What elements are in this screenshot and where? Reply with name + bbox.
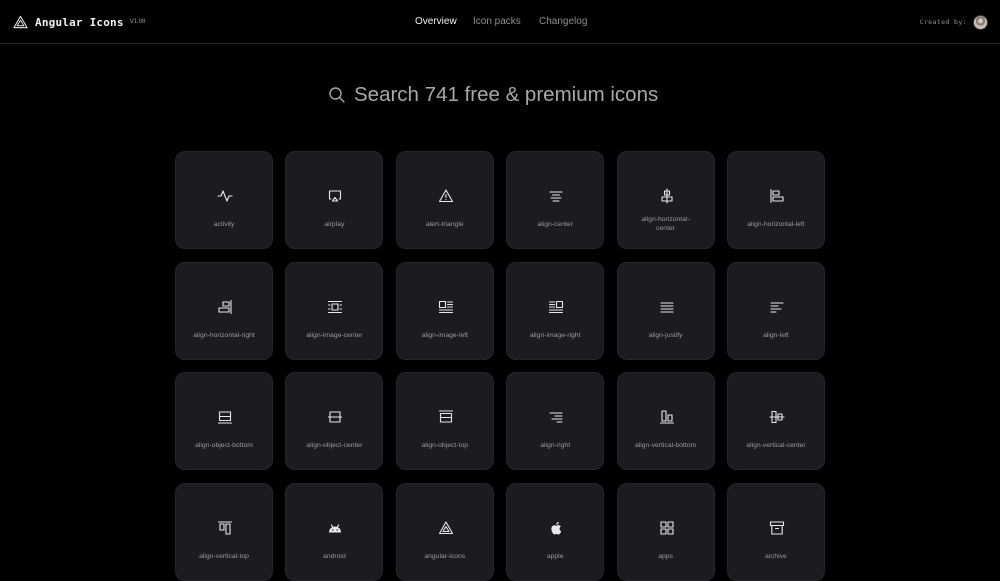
- icon-grid: activity airplay alert-triangle align-cente…: [175, 151, 825, 581]
- icon-card-label: align-object-bottom: [195, 442, 253, 449]
- align-horizontal-right-icon: [217, 299, 233, 315]
- icon-card-label: align-right: [540, 442, 571, 449]
- search-icon: [329, 87, 345, 103]
- align-object-top-icon: [438, 409, 454, 425]
- activity-icon: [217, 188, 233, 204]
- icon-card-align-horizontal-center[interactable]: align-horizontal-center: [616, 151, 715, 249]
- icon-card-label: align-vertical-bottom: [634, 442, 697, 449]
- align-image-center-icon: [327, 299, 343, 315]
- icon-card-label: align-vertical-center: [746, 442, 806, 449]
- icon-card-label: align-center: [537, 221, 573, 228]
- archive-icon: [769, 520, 785, 536]
- icon-card-align-image-right[interactable]: align-image-right: [506, 261, 605, 360]
- icon-card-align-vertical-bottom[interactable]: align-vertical-bottom: [616, 372, 715, 470]
- icon-card-align-left[interactable]: align-left: [726, 261, 825, 360]
- icon-card-align-image-center[interactable]: align-image-center: [285, 261, 384, 360]
- icon-card-align-object-top[interactable]: align-object-top: [395, 372, 494, 470]
- icon-card-align-justify[interactable]: align-justify: [616, 261, 715, 360]
- top-navigation-bar: Angular Icons V1.08 Overview Icon packs …: [0, 0, 1000, 44]
- icon-card-label: android: [323, 552, 346, 560]
- icon-card-label: align-justify: [648, 331, 683, 339]
- angular-icons-icon: [438, 520, 454, 536]
- search-bar: [0, 80, 1000, 110]
- align-object-center-icon: [327, 409, 343, 425]
- nav-overview[interactable]: Overview: [415, 16, 457, 27]
- icon-card-activity[interactable]: activity: [175, 151, 273, 249]
- search-input[interactable]: [354, 83, 672, 107]
- icon-card-label: align-horizontal-left: [747, 221, 805, 228]
- icon-card-label: align-object-top: [421, 442, 469, 449]
- created-by: Created by:: [920, 14, 988, 30]
- icon-card-align-horizontal-left[interactable]: align-horizontal-left: [726, 151, 825, 249]
- icon-card-label: activity: [213, 221, 235, 228]
- icon-card-align-vertical-top[interactable]: align-vertical-top: [175, 482, 273, 581]
- align-vertical-center-icon: [769, 409, 785, 425]
- align-horizontal-left-icon: [769, 188, 785, 204]
- icon-card-label: align-image-right: [529, 331, 581, 339]
- icon-card-label: angular-icons: [424, 552, 466, 560]
- icon-card-align-object-center[interactable]: align-object-center: [285, 372, 384, 470]
- icon-card-label: apple: [546, 552, 564, 560]
- icon-card-apple[interactable]: apple: [506, 482, 605, 581]
- author-avatar[interactable]: [973, 14, 988, 30]
- align-justify-icon: [659, 299, 675, 315]
- icon-card-airplay[interactable]: airplay: [285, 151, 384, 249]
- android-icon: [327, 520, 343, 536]
- icon-card-android[interactable]: android: [285, 482, 384, 581]
- icon-card-label: apps: [658, 552, 673, 560]
- apple-icon: [548, 520, 564, 536]
- alert-triangle-icon: [438, 188, 454, 204]
- icon-card-angular-icons[interactable]: angular-icons: [395, 482, 494, 581]
- align-vertical-top-icon: [217, 520, 233, 536]
- icon-card-label: alert-triangle: [425, 221, 464, 228]
- icon-card-label: align-vertical-top: [199, 552, 249, 560]
- icon-card-align-image-left[interactable]: align-image-left: [395, 261, 494, 360]
- icon-card-label: align-image-left: [421, 331, 469, 339]
- icon-card-label: align-horizontal-right: [193, 331, 255, 339]
- icon-card-label: align-left: [763, 331, 789, 339]
- icon-card-label: align-horizontal-center: [641, 216, 690, 232]
- align-horizontal-center-icon: [659, 188, 675, 204]
- nav-changelog[interactable]: Changelog: [539, 16, 587, 27]
- icon-card-label: airplay: [324, 221, 345, 228]
- icon-card-align-horizontal-right[interactable]: align-horizontal-right: [175, 261, 273, 360]
- icon-card-align-right[interactable]: align-right: [506, 372, 605, 470]
- nav-icon-packs[interactable]: Icon packs: [473, 16, 521, 27]
- icon-card-label: align-image-center: [306, 331, 363, 339]
- airplay-icon: [327, 188, 343, 204]
- align-image-left-icon: [438, 299, 454, 315]
- icon-card-align-vertical-center[interactable]: align-vertical-center: [726, 372, 825, 470]
- icon-card-align-object-bottom[interactable]: align-object-bottom: [175, 372, 273, 470]
- apps-icon: [659, 520, 675, 536]
- align-object-bottom-icon: [217, 409, 233, 425]
- created-by-label: Created by:: [919, 18, 967, 26]
- icon-card-apps[interactable]: apps: [616, 482, 715, 581]
- icon-card-alert-triangle[interactable]: alert-triangle: [395, 151, 494, 249]
- main-nav: Overview Icon packs Changelog: [0, 16, 1000, 30]
- icon-card-align-center[interactable]: align-center: [506, 151, 605, 249]
- icon-card-archive[interactable]: archive: [726, 482, 825, 581]
- align-image-right-icon: [548, 299, 564, 315]
- icon-card-label: align-object-center: [306, 442, 363, 449]
- align-right-icon: [548, 409, 564, 425]
- align-center-icon: [548, 188, 564, 204]
- align-vertical-bottom-icon: [659, 409, 675, 425]
- align-left-icon: [769, 299, 785, 315]
- icon-card-label: archive: [764, 552, 787, 560]
